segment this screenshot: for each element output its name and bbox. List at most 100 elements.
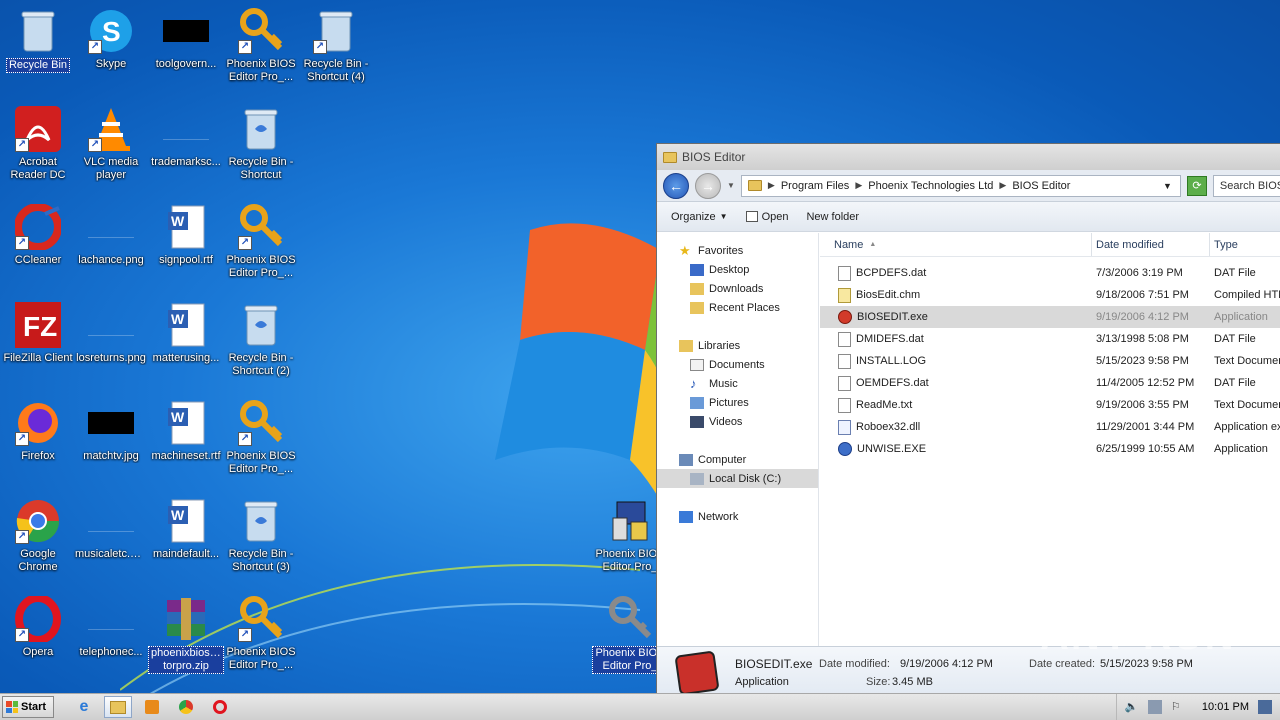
file-row[interactable]: BiosEdit.chm 9/18/2006 7:51 PM Compiled HT… xyxy=(820,284,1280,306)
show-desktop-icon[interactable] xyxy=(1258,700,1272,714)
shortcut-arrow-icon: ↗ xyxy=(238,628,252,642)
file-row[interactable]: DMIDEFS.dat 3/13/1998 5:08 PM DAT File xyxy=(820,328,1280,350)
nav-documents[interactable]: Documents xyxy=(657,355,818,374)
desktop-icon-vlc[interactable]: ↗ VLC media player xyxy=(73,104,149,196)
desktop-icon-chrome[interactable]: ↗ Google Chrome xyxy=(0,496,76,588)
window-titlebar[interactable]: BIOS Editor xyxy=(657,144,1280,170)
column-name[interactable]: Name ▲ xyxy=(820,233,1092,256)
desktop-icon-label: matterusing... xyxy=(152,352,220,364)
search-input[interactable]: Search BIOS E xyxy=(1212,174,1280,197)
taskbar-media-player[interactable] xyxy=(138,696,166,718)
desktop-icon-firefox[interactable]: ↗ Firefox xyxy=(0,398,76,490)
chevron-down-icon[interactable]: ▼ xyxy=(1163,181,1172,191)
taskbar-explorer[interactable] xyxy=(104,696,132,718)
desktop-icon-musicaletc[interactable]: musicaletc.png xyxy=(73,496,149,588)
desktop-icon-telephonec[interactable]: telephonec... xyxy=(73,594,149,686)
desktop-icon-label: toolgovern... xyxy=(155,58,217,70)
new-folder-button[interactable]: New folder xyxy=(806,211,859,223)
nav-network[interactable]: Network xyxy=(657,507,818,526)
desktop-icon-phoenix-bios-2[interactable]: ↗ Phoenix BIOS Editor Pro_... xyxy=(223,202,299,294)
desktop-icon-skype[interactable]: S ↗ Skype xyxy=(73,6,149,98)
column-type[interactable]: Type xyxy=(1210,233,1280,256)
explorer-window[interactable]: BIOS Editor ← → ▼ ▶ Program Files ▶ Phoe… xyxy=(656,143,1280,696)
desktop-icon-machineset[interactable]: W machineset.rtf xyxy=(148,398,224,490)
desktop-icon-filezilla[interactable]: FZ FileZilla Client xyxy=(0,300,76,392)
desktop-icon-maindefault[interactable]: W maindefault... xyxy=(148,496,224,588)
forward-button[interactable]: → xyxy=(695,172,721,199)
breadcrumb-item[interactable]: Phoenix Technologies Ltd xyxy=(868,180,993,192)
column-type-label: Type xyxy=(1214,238,1238,251)
desktop-icon-phoenix-bios-1[interactable]: ↗ Phoenix BIOS Editor Pro_... xyxy=(223,6,299,98)
nav-label: Favorites xyxy=(698,244,744,257)
file-row[interactable]: UNWISE.EXE 6/25/1999 10:55 AM Application xyxy=(820,438,1280,460)
nav-libraries[interactable]: Libraries xyxy=(657,336,818,355)
desktop-icon-ccleaner[interactable]: ↗ CCleaner xyxy=(0,202,76,294)
taskbar-chrome[interactable] xyxy=(172,696,200,718)
desktop-icon-acrobat[interactable]: ↗ Acrobat Reader DC xyxy=(0,104,76,196)
nav-desktop[interactable]: Desktop xyxy=(657,260,818,279)
desktop-icon-losreturns[interactable]: losreturns.png xyxy=(73,300,149,392)
details-created-label: Date created: xyxy=(1029,658,1096,670)
taskbar: Start e 🔈 ⚐ 10:01 PM xyxy=(0,693,1280,720)
network-icon[interactable] xyxy=(1147,700,1162,714)
breadcrumb-item[interactable]: Program Files xyxy=(781,180,849,192)
desktop-icon xyxy=(690,263,704,276)
desktop-icon-phoenix-bios-4[interactable]: ↗ Phoenix BIOS Editor Pro_... xyxy=(223,594,299,686)
file-row[interactable]: ReadMe.txt 9/19/2006 3:55 PM Text Document xyxy=(820,394,1280,416)
desktop-icon-label: signpool.rtf xyxy=(159,254,213,266)
nav-videos[interactable]: Videos xyxy=(657,412,818,431)
file-type: Compiled HTML xyxy=(1214,289,1280,301)
nav-local-disk[interactable]: Local Disk (C:) xyxy=(657,469,818,488)
internet-explorer-icon: e xyxy=(79,698,89,715)
svg-text:S: S xyxy=(102,16,121,47)
chevron-right-icon[interactable]: ▶ xyxy=(768,180,775,191)
file-row-selected[interactable]: BIOSEDIT.exe 9/19/2006 4:12 PM Application xyxy=(820,306,1280,328)
nav-favorites[interactable]: ★ Favorites xyxy=(657,241,818,260)
file-row[interactable]: OEMDEFS.dat 11/4/2005 12:52 PM DAT File xyxy=(820,372,1280,394)
desktop-icon-toolgovern[interactable]: toolgovern... xyxy=(148,6,224,98)
recycle-bin-icon xyxy=(244,109,278,150)
nav-music[interactable]: ♪ Music xyxy=(657,374,818,393)
desktop-icon-label: musicaletc.png xyxy=(75,548,149,560)
desktop-icon-opera[interactable]: ↗ Opera xyxy=(0,594,76,686)
desktop-icon-signpool[interactable]: W signpool.rtf xyxy=(148,202,224,294)
organize-button[interactable]: Organize ▼ xyxy=(671,211,728,223)
desktop-icon-lachance[interactable]: lachance.png xyxy=(73,202,149,294)
desktop-icon-recycle-bin[interactable]: Recycle Bin xyxy=(0,6,76,98)
desktop-icon-matterusing[interactable]: W matterusing... xyxy=(148,300,224,392)
computer-icon xyxy=(679,453,693,466)
start-button[interactable]: Start xyxy=(2,696,54,718)
desktop-icon-trademarksc[interactable]: trademarksc... xyxy=(148,104,224,196)
taskbar-opera[interactable] xyxy=(206,696,234,718)
chevron-right-icon[interactable]: ▶ xyxy=(999,180,1006,191)
nav-pictures[interactable]: Pictures xyxy=(657,393,818,412)
nav-computer[interactable]: Computer xyxy=(657,450,818,469)
desktop-icon-recycle-shortcut[interactable]: Recycle Bin - Shortcut xyxy=(223,104,299,196)
nav-downloads[interactable]: Downloads xyxy=(657,279,818,298)
desktop-icon-matchtv[interactable]: matchtv.jpg xyxy=(73,398,149,490)
file-row[interactable]: BCPDEFS.dat 7/3/2006 3:19 PM DAT File xyxy=(820,262,1280,284)
column-date[interactable]: Date modified xyxy=(1092,233,1210,256)
desktop-icon-label: Recycle Bin xyxy=(5,58,71,73)
back-button[interactable]: ← xyxy=(663,172,689,199)
nav-recent-places[interactable]: Recent Places xyxy=(657,298,818,317)
clock[interactable]: 10:01 PM xyxy=(1202,701,1249,713)
history-dropdown-icon[interactable]: ▼ xyxy=(727,181,735,190)
flag-icon[interactable]: ⚐ xyxy=(1171,700,1185,714)
open-button[interactable]: Open xyxy=(745,211,788,223)
volume-icon[interactable]: 🔈 xyxy=(1125,700,1139,714)
breadcrumb[interactable]: ▶ Program Files ▶ Phoenix Technologies L… xyxy=(740,174,1181,197)
desktop-icon-label: Recycle Bin - Shortcut (4) xyxy=(303,58,369,83)
file-row[interactable]: INSTALL.LOG 5/15/2023 9:58 PM Text Documen… xyxy=(820,350,1280,372)
breadcrumb-item[interactable]: BIOS Editor xyxy=(1012,180,1070,192)
desktop-icon-recycle-shortcut-3[interactable]: Recycle Bin - Shortcut (3) xyxy=(223,496,299,588)
file-row[interactable]: Roboex32.dll 11/29/2001 3:44 PM Applicatio… xyxy=(820,416,1280,438)
start-label: Start xyxy=(21,701,47,713)
desktop-icon-phoenix-bios-3[interactable]: ↗ Phoenix BIOS Editor Pro_... xyxy=(223,398,299,490)
chevron-right-icon[interactable]: ▶ xyxy=(855,180,862,191)
taskbar-internet-explorer[interactable]: e xyxy=(70,696,98,718)
desktop-icon-recycle-shortcut-2[interactable]: Recycle Bin - Shortcut (2) xyxy=(223,300,299,392)
desktop-icon-recycle-shortcut-4[interactable]: ↗ Recycle Bin - Shortcut (4) xyxy=(298,6,374,98)
refresh-button[interactable]: ⟳ xyxy=(1186,175,1207,196)
desktop-icon-phoenix-zip[interactable]: phoenixbiosedi torpro.zip xyxy=(148,594,224,686)
